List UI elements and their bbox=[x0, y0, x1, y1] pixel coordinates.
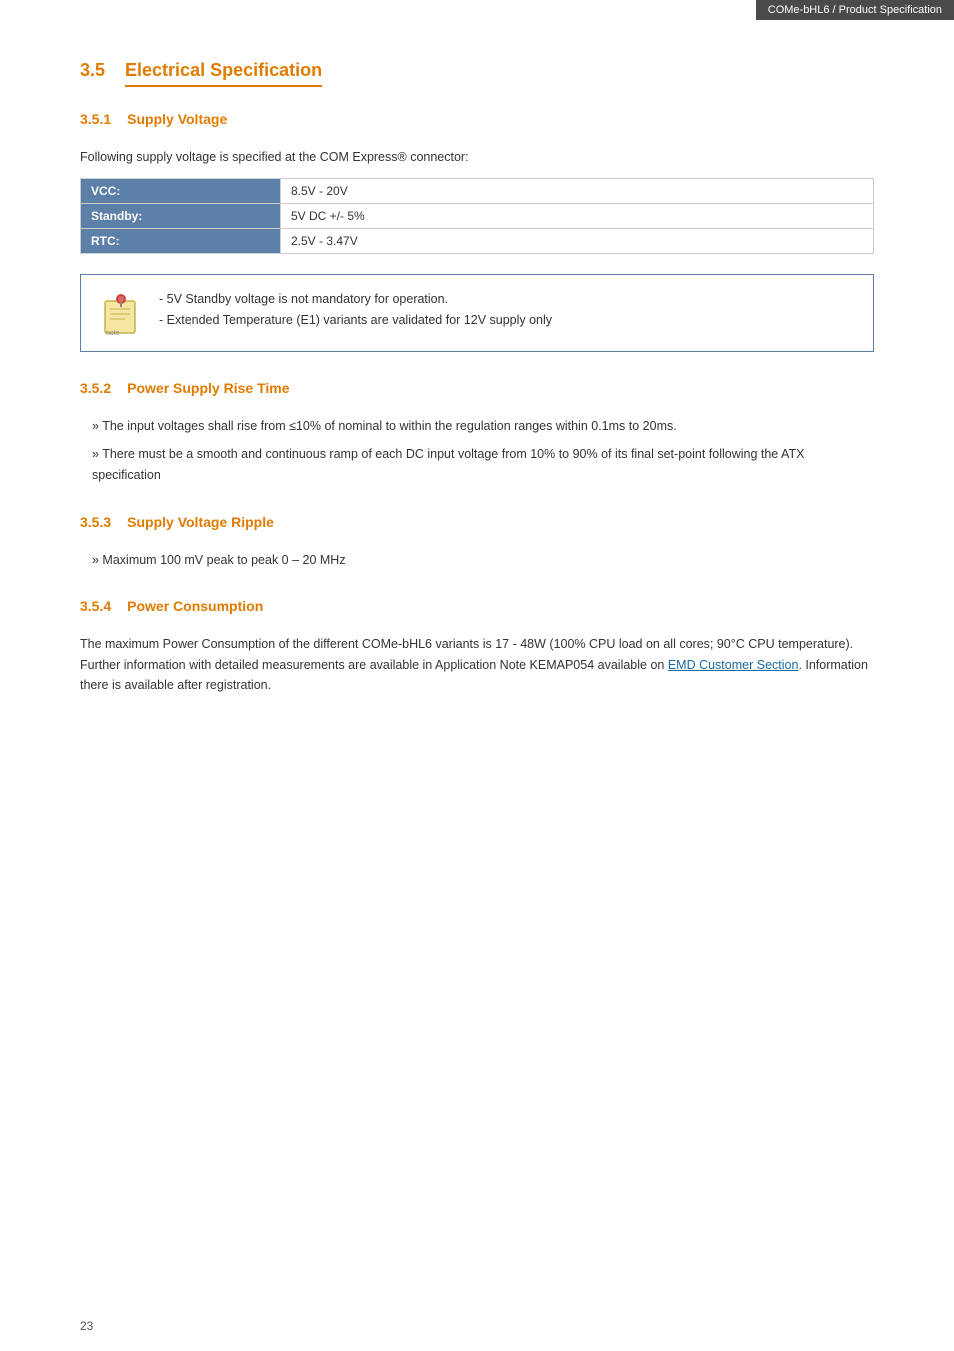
note-content: - 5V Standby voltage is not mandatory fo… bbox=[159, 289, 552, 332]
vcc-value: 8.5V - 20V bbox=[281, 178, 874, 203]
rise-time-para-2: » There must be a smooth and continuous … bbox=[80, 444, 874, 485]
rise-time-para-1: » The input voltages shall rise from ≤10… bbox=[80, 416, 874, 437]
standby-value: 5V DC +/- 5% bbox=[281, 203, 874, 228]
subsection-header-3-5-1: 3.5.1 Supply Voltage bbox=[80, 111, 874, 137]
subsection-header-3-5-3: 3.5.3 Supply Voltage Ripple bbox=[80, 514, 874, 540]
subsection-number-3-5-3: 3.5.3 bbox=[80, 514, 111, 530]
subsection-number-3-5-4: 3.5.4 bbox=[80, 598, 111, 614]
section-3-5-4: 3.5.4 Power Consumption The maximum Powe… bbox=[80, 598, 874, 696]
note-icon: note bbox=[97, 289, 145, 337]
subsection-number-3-5-1: 3.5.1 bbox=[80, 111, 111, 127]
standby-label: Standby: bbox=[81, 203, 281, 228]
table-row: VCC: 8.5V - 20V bbox=[81, 178, 874, 203]
note-line-2: - Extended Temperature (E1) variants are… bbox=[159, 310, 552, 331]
vcc-label: VCC: bbox=[81, 178, 281, 203]
main-section-header: 3.5 Electrical Specification bbox=[80, 60, 874, 87]
subsection-title-3-5-4: Power Consumption bbox=[127, 598, 263, 614]
power-consumption-para: The maximum Power Consumption of the dif… bbox=[80, 634, 874, 696]
subsection-title-3-5-3: Supply Voltage Ripple bbox=[127, 514, 274, 530]
page-number: 23 bbox=[80, 1319, 93, 1333]
main-section-title: Electrical Specification bbox=[125, 60, 322, 87]
note-line-1: - 5V Standby voltage is not mandatory fo… bbox=[159, 289, 552, 310]
emd-customer-section-link[interactable]: EMD Customer Section bbox=[668, 658, 799, 672]
section-3-5-1: 3.5.1 Supply Voltage Following supply vo… bbox=[80, 111, 874, 352]
table-row: Standby: 5V DC +/- 5% bbox=[81, 203, 874, 228]
subsection-header-3-5-4: 3.5.4 Power Consumption bbox=[80, 598, 874, 624]
page-header: COMe-bHL6 / Product Specification bbox=[756, 0, 954, 20]
note-box: note - 5V Standby voltage is not mandato… bbox=[80, 274, 874, 352]
section-3-5-3: 3.5.3 Supply Voltage Ripple » Maximum 10… bbox=[80, 514, 874, 571]
subsection-title-3-5-1: Supply Voltage bbox=[127, 111, 227, 127]
subsection-number-3-5-2: 3.5.2 bbox=[80, 380, 111, 396]
svg-text:note: note bbox=[106, 330, 120, 337]
supply-voltage-table: VCC: 8.5V - 20V Standby: 5V DC +/- 5% RT… bbox=[80, 178, 874, 254]
rtc-value: 2.5V - 3.47V bbox=[281, 228, 874, 253]
subsection-header-3-5-2: 3.5.2 Power Supply Rise Time bbox=[80, 380, 874, 406]
subsection-title-3-5-2: Power Supply Rise Time bbox=[127, 380, 289, 396]
ripple-para: » Maximum 100 mV peak to peak 0 – 20 MHz bbox=[80, 550, 874, 571]
table-row: RTC: 2.5V - 3.47V bbox=[81, 228, 874, 253]
rtc-label: RTC: bbox=[81, 228, 281, 253]
supply-voltage-intro: Following supply voltage is specified at… bbox=[80, 147, 874, 168]
main-section-number: 3.5 bbox=[80, 60, 105, 81]
section-3-5-2: 3.5.2 Power Supply Rise Time » The input… bbox=[80, 380, 874, 486]
